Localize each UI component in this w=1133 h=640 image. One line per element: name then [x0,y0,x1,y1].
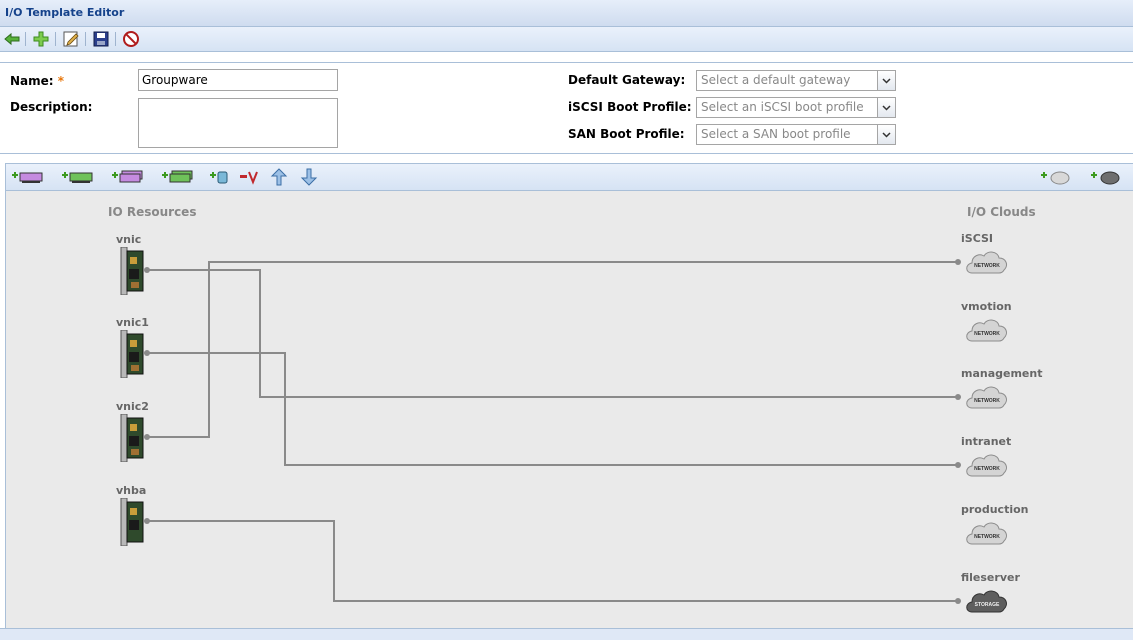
add-icon[interactable] [32,30,50,48]
connection-line [147,269,958,398]
template-form: Name: * Description: Default Gateway: Se… [0,62,1133,154]
edit-icon[interactable] [62,30,80,48]
cloud-label-intranet: intranet [961,435,1012,448]
svg-text:NETWORK: NETWORK [974,331,1000,337]
cloud-label-iscsi: iSCSI [961,232,993,245]
save-icon[interactable] [92,30,110,48]
connection-line [147,520,958,602]
resource-label-vnic2: vnic2 [116,400,149,413]
cloud-label-production: production [961,503,1029,516]
network-cloud-icon[interactable]: NETWORK [964,383,1010,411]
resource-label-vnic: vnic [116,233,142,246]
connection-line [147,261,958,438]
main-toolbar [0,27,1133,52]
network-cloud-icon[interactable]: NETWORK [964,519,1010,547]
window-titlebar: I/O Template Editor [0,0,1133,27]
gateway-label: Default Gateway: [568,73,686,87]
window-title: I/O Template Editor [5,6,125,19]
bottom-bar [0,628,1133,640]
svg-text:NETWORK: NETWORK [974,534,1000,540]
storage-cloud-icon[interactable]: STORAGE [964,587,1010,615]
io-canvas-panel: IO Resources I/O Clouds vnic vnic1 vnic2 [5,163,1133,631]
description-input[interactable] [138,98,338,148]
connection-line [147,352,958,466]
description-label: Description: [10,100,93,114]
svg-text:NETWORK: NETWORK [974,466,1000,472]
resource-label-vnic1: vnic1 [116,316,149,329]
resource-label-vhba: vhba [116,484,147,497]
cancel-icon[interactable] [122,30,140,48]
gateway-select[interactable]: Select a default gateway [696,70,896,91]
san-label: SAN Boot Profile: [568,127,685,141]
chevron-down-icon[interactable] [877,71,895,90]
cloud-label-vmotion: vmotion [961,300,1012,313]
name-input[interactable] [138,69,338,91]
iscsi-placeholder: Select an iSCSI boot profile [701,100,864,114]
svg-text:NETWORK: NETWORK [974,398,1000,404]
chevron-down-icon[interactable] [877,125,895,144]
cloud-label-fileserver: fileserver [961,571,1020,584]
svg-text:NETWORK: NETWORK [974,263,1000,269]
name-label: Name: * [10,74,65,88]
hba-card-icon[interactable] [119,498,147,546]
nic-card-icon[interactable] [119,330,147,378]
iscsi-label: iSCSI Boot Profile: [568,100,692,114]
svg-text:STORAGE: STORAGE [975,602,1000,608]
san-select[interactable]: Select a SAN boot profile [696,124,896,145]
network-cloud-icon[interactable]: NETWORK [964,248,1010,276]
gateway-placeholder: Select a default gateway [701,73,851,87]
san-placeholder: Select a SAN boot profile [701,127,851,141]
nic-card-icon[interactable] [119,247,147,295]
chevron-down-icon[interactable] [877,98,895,117]
nic-card-icon[interactable] [119,414,147,462]
cloud-label-management: management [961,367,1043,380]
iscsi-select[interactable]: Select an iSCSI boot profile [696,97,896,118]
network-cloud-icon[interactable]: NETWORK [964,316,1010,344]
network-cloud-icon[interactable]: NETWORK [964,451,1010,479]
back-arrow-icon[interactable] [3,30,21,48]
required-mark: * [57,74,65,88]
